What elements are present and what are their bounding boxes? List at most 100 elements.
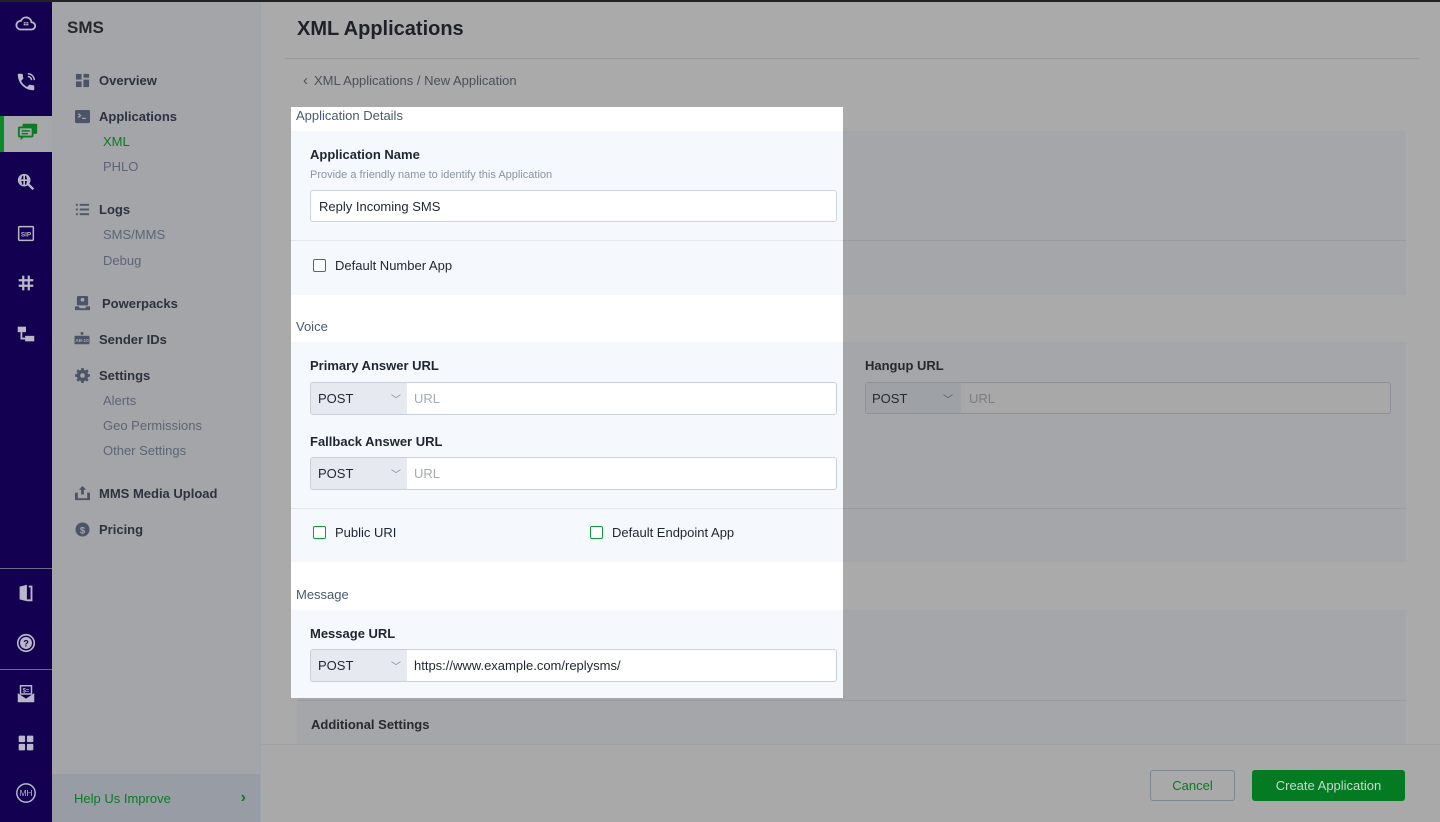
rail-numbers[interactable]	[0, 267, 52, 303]
hangup-url-field[interactable]: POST ﹀ URL	[865, 382, 1391, 414]
sidebar-subitem-xml[interactable]: XML	[103, 134, 130, 149]
divider	[291, 240, 843, 241]
create-application-button[interactable]: Create Application	[1252, 770, 1405, 801]
rail-lookup[interactable]	[0, 166, 52, 202]
phone-icon	[15, 71, 37, 98]
message-url-input[interactable]	[407, 650, 836, 681]
sidebar-subitem-phlo[interactable]: PHLO	[103, 159, 138, 174]
application-name-input[interactable]	[310, 190, 837, 222]
fallback-answer-url-label: Fallback Answer URL	[310, 434, 443, 449]
application-name-label: Application Name	[310, 147, 420, 162]
fallback-answer-url-input[interactable]	[407, 458, 836, 489]
svg-text:MH: MH	[20, 789, 33, 798]
sidebar-item-pricing[interactable]: $ Pricing	[74, 521, 143, 537]
rail-billing[interactable]: $=	[0, 678, 52, 714]
chevron-down-icon: ﹀	[943, 394, 953, 406]
chevron-down-icon: ﹀	[391, 395, 401, 406]
rail-messaging[interactable]	[0, 116, 52, 152]
checkbox-label: Public URI	[335, 525, 397, 540]
primary-method-select[interactable]: POST ﹀	[311, 383, 407, 414]
svg-text:$: $	[79, 525, 85, 535]
sidebar-item-label: MMS Media Upload	[99, 485, 218, 501]
chevron-down-icon: ﹀	[391, 470, 401, 481]
breadcrumb-text: XML Applications / New Application	[314, 73, 517, 88]
upload-icon	[74, 485, 90, 501]
public-uri-checkbox[interactable]: Public URI	[313, 525, 396, 540]
message-url-label: Message URL	[310, 626, 396, 641]
rail-sip[interactable]: SIP	[0, 217, 52, 253]
primary-answer-url-label: Primary Answer URL	[310, 358, 439, 373]
svg-text:?: ?	[23, 638, 29, 648]
rail-divider	[0, 669, 52, 670]
avatar-icon: MH	[15, 782, 37, 809]
dollar-icon: $	[74, 521, 90, 537]
cancel-button[interactable]: Cancel	[1150, 770, 1235, 801]
sidebar-item-label: Settings	[99, 367, 151, 383]
sidebar-item-sender-ids[interactable]: AB-10 Sender IDs	[74, 331, 167, 347]
form-footer: Cancel Create Application	[261, 744, 1440, 822]
window-top-border	[0, 0, 1440, 2]
sip-icon: SIP	[15, 222, 37, 249]
secondary-sidebar: SMS Overview Applications XML PHLO Logs …	[52, 0, 260, 822]
divider	[297, 700, 1406, 701]
message-method-value: POST	[318, 658, 354, 673]
page-title: XML Applications	[297, 18, 464, 40]
rail-phlo[interactable]	[0, 318, 52, 354]
grid-icon	[15, 732, 37, 759]
sidebar-subitem-geo-permissions[interactable]: Geo Permissions	[103, 418, 202, 433]
hangup-url-input[interactable]: URL	[961, 383, 1390, 413]
rail-help[interactable]: ?	[0, 627, 52, 663]
checkbox-box[interactable]	[313, 259, 326, 272]
application-name-help: Provide a friendly name to identify this…	[310, 169, 553, 181]
default-endpoint-app-checkbox[interactable]: Default Endpoint App	[590, 525, 734, 540]
message-heading: Message	[296, 587, 349, 602]
svg-text:SIP: SIP	[21, 231, 32, 238]
additional-settings-heading: Additional Settings	[311, 717, 430, 732]
sidebar-title: SMS	[67, 18, 104, 37]
globe-search-icon	[15, 171, 37, 198]
sidebar-subitem-sms-mms[interactable]: SMS/MMS	[103, 227, 165, 242]
voice-card: Primary Answer URL POST ﹀ Fallback Answe…	[291, 342, 843, 562]
primary-answer-url-field: POST ﹀	[310, 382, 837, 415]
flow-icon	[15, 323, 37, 350]
sidebar-item-logs[interactable]: Logs	[74, 201, 130, 217]
sidebar-item-applications[interactable]: Applications	[74, 108, 177, 124]
rail-account[interactable]: MH	[0, 777, 52, 813]
primary-answer-url-input[interactable]	[407, 383, 836, 414]
sidebar-item-mms-media-upload[interactable]: MMS Media Upload	[74, 485, 217, 501]
divider	[291, 508, 843, 509]
rail-apps[interactable]	[0, 727, 52, 763]
message-method-select[interactable]: POST ﹀	[311, 650, 407, 681]
sidebar-item-label: Powerpacks	[102, 295, 178, 311]
chevron-left-icon: ‹	[303, 72, 308, 89]
rail-divider	[0, 568, 52, 569]
chat-icon	[17, 121, 39, 148]
help-us-improve-link[interactable]: Help Us Improve ›	[52, 774, 260, 822]
terminal-icon	[74, 108, 90, 124]
rail-docs[interactable]	[0, 577, 52, 613]
sidebar-item-label: Logs	[99, 201, 131, 217]
sidebar-item-overview[interactable]: Overview	[74, 72, 157, 88]
chevron-down-icon: ﹀	[391, 662, 401, 673]
default-number-app-checkbox[interactable]: Default Number App	[313, 258, 452, 273]
rail-home[interactable]	[0, 8, 52, 44]
details-card: Application Name Provide a friendly name…	[291, 131, 843, 295]
svg-text:$=: $=	[23, 688, 30, 694]
checkbox-box[interactable]	[313, 526, 326, 539]
hangup-method-value: POST	[872, 390, 908, 406]
sidebar-subitem-debug[interactable]: Debug	[103, 253, 141, 268]
checkbox-box[interactable]	[590, 526, 603, 539]
rail-voice[interactable]	[0, 66, 52, 102]
hangup-method-select[interactable]: POST ﹀	[866, 383, 961, 413]
sidebar-subitem-alerts[interactable]: Alerts	[103, 393, 136, 408]
fallback-method-select[interactable]: POST ﹀	[311, 458, 407, 489]
breadcrumb[interactable]: ‹ XML Applications / New Application	[303, 72, 517, 89]
sidebar-item-label: Pricing	[99, 521, 144, 537]
checkbox-label: Default Endpoint App	[612, 525, 735, 540]
list-icon	[74, 201, 90, 217]
sidebar-item-label: Sender IDs	[99, 331, 167, 347]
help-label: Help Us Improve	[74, 790, 171, 806]
sidebar-item-settings[interactable]: Settings	[74, 367, 150, 383]
sidebar-subitem-other-settings[interactable]: Other Settings	[103, 443, 186, 458]
sidebar-item-powerpacks[interactable]: Powerpacks	[74, 295, 178, 311]
